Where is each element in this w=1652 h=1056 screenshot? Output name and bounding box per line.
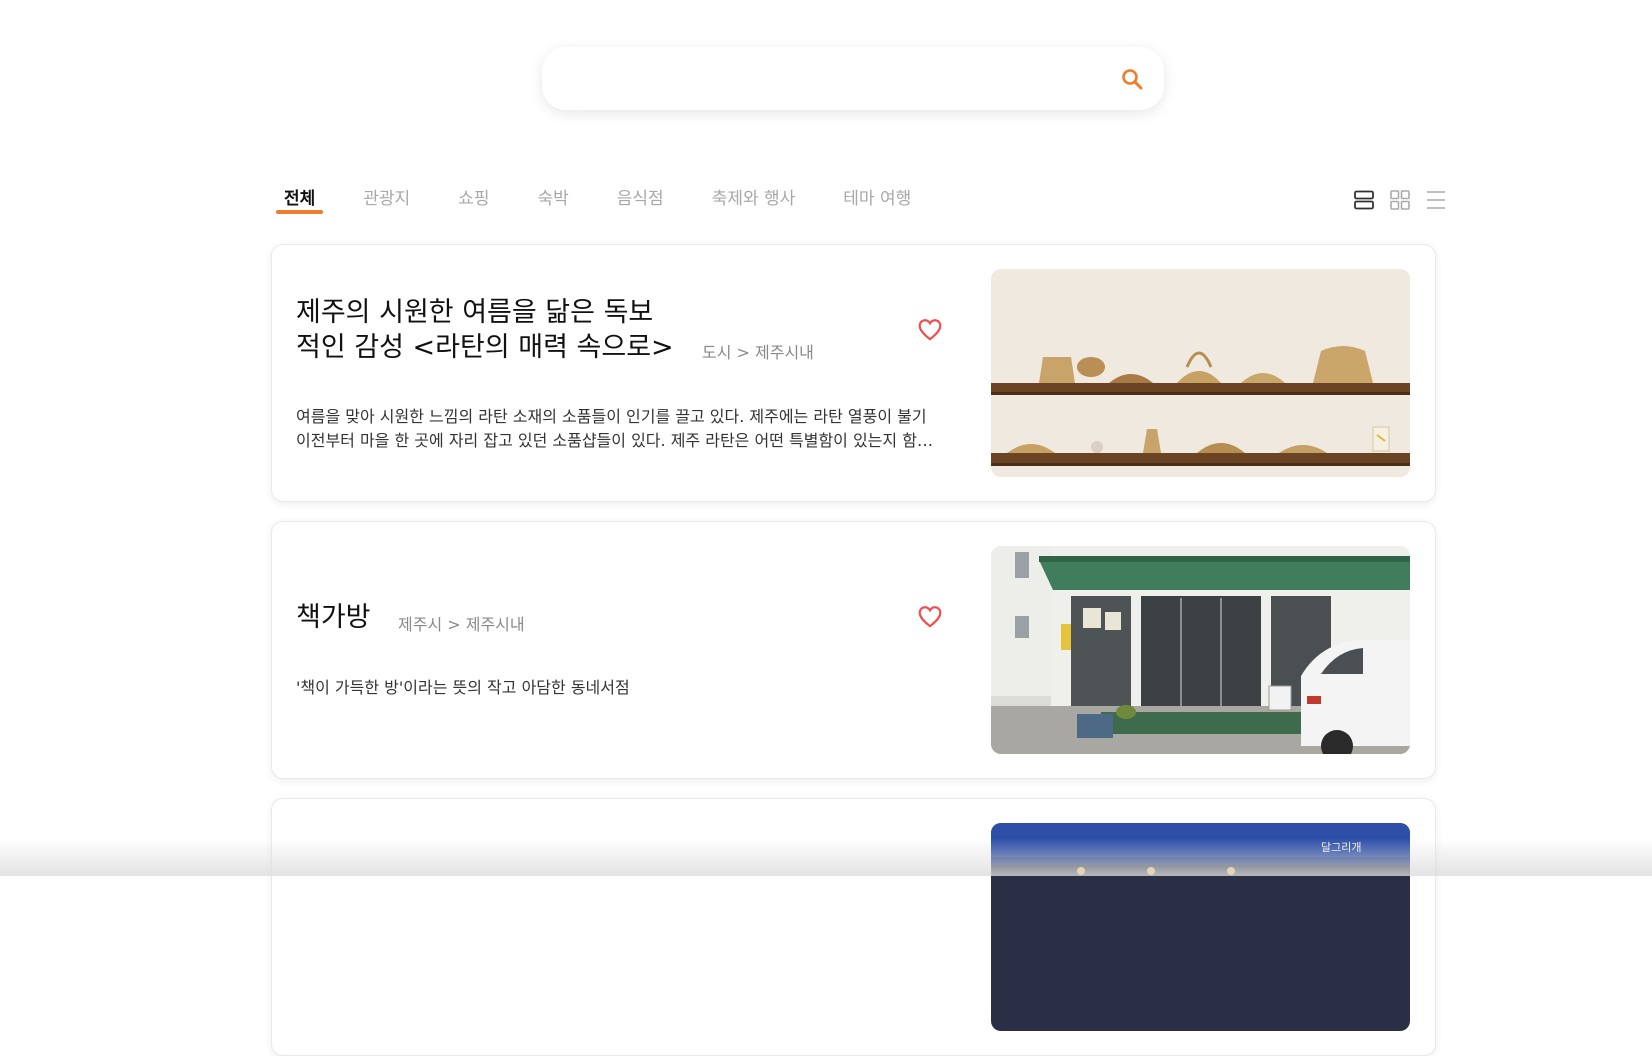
search-input[interactable] bbox=[566, 47, 1096, 110]
list-large-icon[interactable] bbox=[1352, 188, 1376, 212]
search-icon[interactable] bbox=[1120, 67, 1144, 91]
tab-lodging[interactable]: 숙박 bbox=[529, 182, 576, 222]
tab-restaurants[interactable]: 음식점 bbox=[609, 182, 672, 222]
tab-theme-travel[interactable]: 테마 여행 bbox=[835, 182, 919, 222]
card-location: 제주시 > 제주시내 bbox=[398, 615, 525, 634]
card-description: '책이 가득한 방'이라는 뜻의 작고 아담한 동네서점 bbox=[296, 678, 630, 697]
rattan-shelves-photo[interactable] bbox=[991, 269, 1410, 477]
tab-festivals[interactable]: 축제와 행사 bbox=[704, 182, 804, 222]
bookstore-storefront-photo[interactable] bbox=[991, 546, 1410, 754]
card-title[interactable]: 책가방 bbox=[296, 600, 371, 635]
shop-sign-text: 달그리개 bbox=[1321, 841, 1361, 854]
tab-shopping[interactable]: 쇼핑 bbox=[450, 182, 497, 222]
blue-awning-shop-photo[interactable]: 달그리개 bbox=[991, 823, 1410, 1031]
search-bar bbox=[542, 47, 1164, 110]
card-location: 도시 > 제주시내 bbox=[702, 343, 814, 362]
card-description: 여름을 맞아 시원한 느낌의 라탄 소재의 소품들이 인기를 끌고 있다. 제주… bbox=[296, 407, 932, 450]
card-title[interactable]: 제주의 시원한 여름을 닮은 독보 적인 감성 <라탄의 매력 속으로> bbox=[296, 295, 674, 365]
heart-outline-icon[interactable] bbox=[917, 604, 943, 630]
grid-icon[interactable] bbox=[1388, 188, 1412, 212]
content-card[interactable]: 달그리개 bbox=[271, 798, 1436, 1056]
category-tabs: 전체 관광지 쇼핑 숙박 음식점 축제와 행사 테마 여행 bbox=[276, 182, 951, 222]
list-compact-icon[interactable] bbox=[1424, 188, 1448, 212]
tab-all[interactable]: 전체 bbox=[276, 182, 324, 222]
content-card[interactable]: 책가방 제주시 > 제주시내 '책이 가득한 방'이라는 뜻의 작고 아담한 동… bbox=[271, 521, 1436, 779]
heart-outline-icon[interactable] bbox=[917, 317, 943, 343]
content-card[interactable]: 제주의 시원한 여름을 닮은 독보 적인 감성 <라탄의 매력 속으로> 도시 … bbox=[271, 244, 1436, 502]
view-toggles bbox=[1340, 188, 1448, 212]
tab-attractions[interactable]: 관광지 bbox=[355, 182, 418, 222]
